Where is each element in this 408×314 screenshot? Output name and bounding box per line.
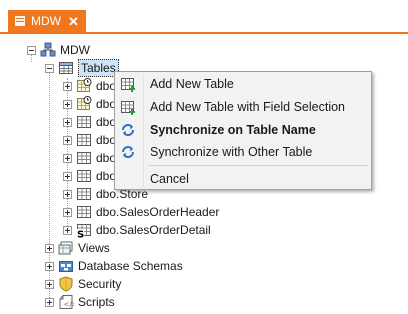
tree-node-label: dbo.SalesOrderDetail [96, 223, 211, 237]
tree-node-schemas[interactable]: Database Schemas [45, 257, 183, 275]
shield-icon [59, 276, 73, 292]
tables-folder-icon [59, 62, 73, 74]
menu-item-sync-table-name[interactable]: Synchronize on Table Name [115, 119, 371, 141]
table-clock-icon [77, 78, 92, 92]
collapse-toggle[interactable] [27, 45, 36, 55]
menu-item-cancel[interactable]: Cancel [115, 168, 371, 190]
table-icon [77, 152, 91, 164]
table-clock-icon [77, 96, 92, 110]
schemas-icon [59, 261, 73, 272]
tree-node-root[interactable]: MDW [27, 41, 90, 59]
model-icon [40, 42, 56, 57]
menu-item-add-new-table[interactable]: Add New Table [115, 73, 371, 95]
tree-node-table[interactable]: dbo.SalesOrderHeader [63, 203, 219, 221]
database-icon [15, 16, 25, 26]
scripts-icon: </> [59, 295, 75, 309]
tree-node-tables[interactable]: Tables [45, 59, 119, 77]
tree-node-views[interactable]: Views [45, 239, 110, 257]
tree-node-security[interactable]: Security [45, 275, 121, 293]
views-icon [58, 241, 73, 255]
table-icon [77, 116, 91, 128]
expand-toggle[interactable] [63, 189, 72, 199]
expand-toggle[interactable] [63, 171, 72, 181]
tree-node-label: Database Schemas [78, 259, 183, 273]
table-icon [77, 134, 91, 146]
tree-node-table[interactable]: dbo [63, 131, 116, 149]
expand-toggle[interactable] [45, 261, 54, 271]
tree-node-table[interactable]: dbo [63, 167, 116, 185]
sync-icon [122, 146, 134, 158]
table-s-icon: S [76, 224, 91, 239]
document-tabstrip: MDW ✕ [0, 0, 408, 32]
expand-toggle[interactable] [45, 279, 54, 289]
tab-title: MDW [31, 14, 61, 28]
add-table-icon [121, 78, 135, 92]
expand-toggle[interactable] [45, 297, 54, 307]
table-icon [77, 170, 91, 182]
tree-node-label: Security [78, 277, 122, 291]
add-table-fields-icon [121, 101, 135, 115]
tree-node-table[interactable]: S dbo.SalesOrderDetail [63, 221, 211, 239]
menu-item-label: Synchronize on Table Name [150, 123, 316, 137]
tree-node-table[interactable]: dbo [63, 95, 116, 113]
tree-node-table[interactable]: dbo [63, 113, 116, 131]
tree-node-label: Views [78, 241, 110, 255]
expand-toggle[interactable] [63, 99, 72, 109]
menu-item-label: Add New Table [150, 77, 234, 91]
tree-node-scripts[interactable]: </> Scripts [45, 293, 115, 311]
expand-toggle[interactable] [63, 117, 72, 127]
context-menu: Add New Table Add New Table with Field S… [114, 71, 372, 190]
tree-node-label: dbo.SalesOrderHeader [96, 205, 220, 219]
menu-item-label: Cancel [150, 172, 189, 186]
tree-node-table[interactable]: dbo [63, 149, 116, 167]
close-icon[interactable]: ✕ [68, 15, 79, 28]
expand-toggle[interactable] [63, 207, 72, 217]
menu-item-add-table-fields[interactable]: Add New Table with Field Selection [115, 96, 371, 118]
menu-item-sync-other-table[interactable]: Synchronize with Other Table [115, 141, 371, 163]
tree-node-label: Tables [78, 59, 119, 77]
tree-node-label: MDW [60, 43, 90, 57]
svg-text:</>: </> [64, 301, 75, 309]
menu-item-label: Add New Table with Field Selection [150, 100, 346, 114]
expand-toggle[interactable] [63, 225, 72, 235]
tree-node-table[interactable]: dbo [63, 77, 116, 95]
collapse-toggle[interactable] [45, 63, 54, 73]
expand-toggle[interactable] [63, 81, 72, 91]
table-icon [77, 188, 91, 200]
tab-mdw[interactable]: MDW ✕ [8, 10, 86, 32]
menu-item-label: Synchronize with Other Table [150, 145, 313, 159]
table-icon [77, 206, 91, 218]
svg-text:S: S [77, 230, 84, 239]
expand-toggle[interactable] [45, 243, 54, 253]
expand-toggle[interactable] [63, 135, 72, 145]
sync-icon [122, 124, 134, 136]
tree-node-label: Scripts [78, 295, 115, 309]
menu-separator [148, 165, 368, 166]
expand-toggle[interactable] [63, 153, 72, 163]
